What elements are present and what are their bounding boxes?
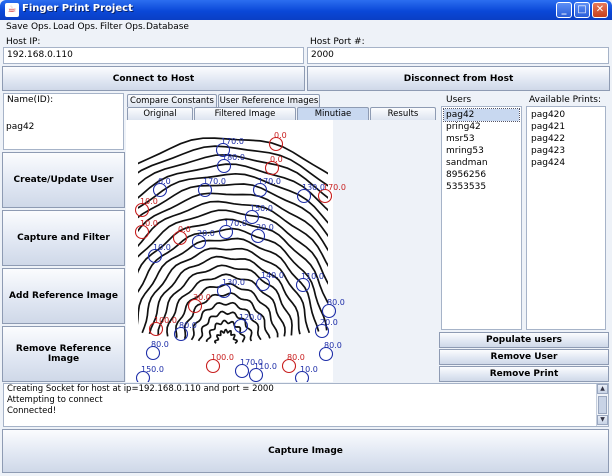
minutia-angle-label: 0.0 — [270, 155, 283, 164]
minutia-angle-label: 80.0 — [179, 321, 197, 330]
scroll-thumb[interactable] — [598, 396, 607, 414]
tab-user-reference-images[interactable]: User Reference Images — [218, 94, 320, 107]
minutia-angle-label: 170.0 — [323, 183, 346, 192]
minimize-icon: _ — [561, 4, 567, 15]
print-list-item[interactable]: pag421 — [529, 121, 603, 133]
fingerprint-image: 0.0170.0180.0 0.00.0 170.0 170.0170.0130.01… — [126, 120, 346, 382]
scroll-up-arrow-icon[interactable]: ▲ — [597, 384, 608, 394]
maximize-icon: □ — [577, 4, 587, 15]
minutia-angle-label: 0.0 — [274, 131, 287, 140]
prints-list-title: Available Prints: — [529, 95, 602, 105]
minutia-angle-label: 80.0 — [327, 298, 345, 307]
populate-users-button[interactable]: Populate users — [439, 332, 609, 348]
user-list-item[interactable]: 8956256 — [444, 169, 519, 181]
create-update-user-button[interactable]: Create/Update User — [2, 152, 125, 208]
minutia-angle-label: 10.0 — [153, 243, 171, 252]
minutia-angle-label: 180.0 — [222, 153, 245, 162]
print-list-item[interactable]: pag423 — [529, 145, 603, 157]
minutia-angle-label: 150.0 — [250, 204, 273, 213]
capture-image-button[interactable]: Capture Image — [2, 429, 609, 473]
tab-original[interactable]: Original — [127, 107, 193, 120]
capture-and-filter-button[interactable]: Capture and Filter — [2, 210, 125, 266]
minutia-angle-label: 10.0 — [140, 219, 158, 228]
minutia-angle-label: 110.0 — [301, 272, 324, 281]
console-line: Creating Socket for host at ip=192.168.0… — [7, 384, 274, 394]
console-line: Attempting to connect — [7, 395, 103, 405]
minutia-angle-label: 20.0 — [197, 229, 215, 238]
minutia-angle-label: 140.0 — [261, 271, 284, 280]
remove-reference-image-button[interactable]: Remove Reference Image — [2, 326, 125, 382]
name-panel: Name(ID): pag42 — [3, 93, 124, 150]
app-icon: ☕ — [5, 3, 19, 17]
minutia-angle-label: 120.0 — [239, 313, 262, 322]
minutia-angle-label: 80.0 — [324, 341, 342, 350]
minutia-angle-label: 20.0 — [320, 318, 338, 327]
minutia-angle-label: 10.0 — [300, 365, 318, 374]
add-reference-image-button[interactable]: Add Reference Image — [2, 268, 125, 324]
print-list-item[interactable]: pag420 — [529, 109, 603, 121]
host-ip-field[interactable]: 192.168.0.110 — [3, 47, 304, 64]
minutia-angle-label: 0.0 — [158, 177, 171, 186]
tab-results[interactable]: Results — [370, 107, 436, 120]
menu-database[interactable]: Database — [146, 22, 189, 32]
name-label: Name(ID): — [7, 95, 54, 105]
name-value[interactable]: pag42 — [6, 122, 34, 132]
host-port-field[interactable]: 2000 — [307, 47, 609, 64]
menu-filter-ops[interactable]: Filter Ops. — [100, 22, 146, 32]
users-list[interactable]: pag42 pring42 msr53 mring53 sandman 8956256 53… — [441, 106, 522, 330]
connect-button[interactable]: Connect to Host — [2, 66, 305, 91]
title-bar[interactable]: ☕ Finger Print Project _ □ ✕ — [0, 0, 612, 20]
disconnect-button[interactable]: Disconnect from Host — [307, 66, 610, 91]
user-list-item[interactable]: sandman — [444, 157, 519, 169]
minutia-angle-label: 10.0 — [140, 197, 158, 206]
minutia-angle-label: 170.0 — [258, 177, 281, 186]
minimize-button[interactable]: _ — [556, 2, 572, 18]
print-list-item[interactable]: pag424 — [529, 157, 603, 169]
minutia-angle-label: 20.0 — [256, 223, 274, 232]
print-list-item[interactable]: pag422 — [529, 133, 603, 145]
minutia-angle-label: 130.0 — [222, 278, 245, 287]
user-list-item[interactable]: mring53 — [444, 145, 519, 157]
minutia-angle-label: 100.0 — [154, 316, 177, 325]
maximize-button[interactable]: □ — [574, 2, 590, 18]
close-icon: ✕ — [595, 4, 605, 15]
menu-save-ops[interactable]: Save Ops. — [6, 22, 51, 32]
app-window: ☕ Finger Print Project _ □ ✕ Save Ops. L… — [0, 0, 612, 476]
minutia-angle-label: 80.0 — [287, 353, 305, 362]
window-title: Finger Print Project — [22, 3, 133, 14]
user-list-item[interactable]: msr53 — [444, 133, 519, 145]
minutia-angle-label: 170.0 — [203, 177, 226, 186]
menu-bar: Save Ops. Load Ops. Filter Ops. Database — [0, 20, 612, 36]
remove-print-button[interactable]: Remove Print — [439, 366, 609, 382]
tab-minutiae[interactable]: Minutiae — [297, 107, 369, 120]
minutia-angle-label: 80.0 — [151, 340, 169, 349]
users-list-title: Users — [446, 95, 472, 105]
minutia-angle-label: 170.0 — [221, 137, 244, 146]
minutia-angle-label: 30.0 — [193, 293, 211, 302]
remove-user-button[interactable]: Remove User — [439, 349, 609, 365]
console-log[interactable]: Creating Socket for host at ip=192.168.0… — [3, 383, 609, 427]
user-list-item[interactable]: 5353535 — [444, 181, 519, 193]
minutia-angle-label: 110.0 — [254, 362, 277, 371]
close-button[interactable]: ✕ — [592, 2, 608, 18]
minutia-angle-label: 130.0 — [302, 183, 325, 192]
host-port-label: Host Port #: — [310, 37, 365, 47]
tab-filtered-image[interactable]: Filtered Image — [194, 107, 296, 120]
minutia-angle-label: 150.0 — [141, 365, 164, 374]
minutia-angle-label: 0.0 — [178, 225, 191, 234]
available-prints-list[interactable]: pag420 pag421 pag422 pag423 pag424 — [526, 106, 606, 330]
minutia-angle-label: 100.0 — [211, 353, 234, 362]
tab-compare-constants[interactable]: Compare Constants — [127, 94, 217, 107]
host-ip-label: Host IP: — [6, 37, 41, 47]
user-list-item[interactable]: pag42 — [443, 108, 520, 122]
user-list-item[interactable]: pring42 — [444, 121, 519, 133]
console-scrollbar[interactable]: ▲ ▼ — [596, 384, 608, 426]
scroll-down-arrow-icon[interactable]: ▼ — [597, 415, 608, 425]
minutia-angle-label: 170.0 — [224, 219, 247, 228]
console-line: Connected! — [7, 406, 57, 416]
menu-load-ops[interactable]: Load Ops. — [53, 22, 98, 32]
